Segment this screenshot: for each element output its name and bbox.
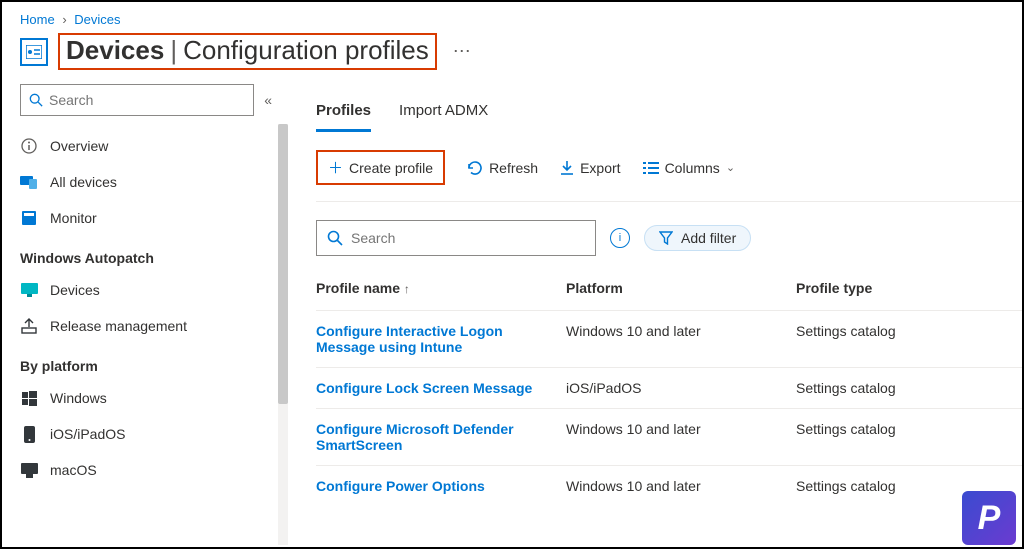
sidebar-item-label: Monitor (50, 210, 97, 226)
collapse-sidebar-icon[interactable]: « (264, 92, 272, 108)
tabs: Profiles Import ADMX (316, 102, 1022, 132)
sidebar-item-all-devices[interactable]: All devices (20, 164, 272, 200)
table-row[interactable]: Configure Microsoft Defender SmartScreen… (316, 409, 1022, 466)
profiles-table: Profile name ↑ Platform Profile type Con… (316, 272, 1022, 506)
sidebar-section-autopatch: Windows Autopatch (20, 250, 272, 266)
upload-icon (20, 318, 38, 334)
blade-icon (20, 38, 48, 66)
sidebar-item-windows[interactable]: Windows (20, 380, 272, 416)
monitor-icon (20, 210, 38, 226)
breadcrumb: Home › Devices (2, 2, 1022, 33)
sidebar-section-platform: By platform (20, 358, 272, 374)
button-label: Columns (665, 160, 720, 176)
refresh-icon (467, 160, 483, 176)
tab-import-admx[interactable]: Import ADMX (399, 102, 488, 132)
search-icon (29, 93, 43, 107)
sidebar-item-overview[interactable]: Overview (20, 128, 272, 164)
cell-type: Settings catalog (796, 368, 1022, 409)
breadcrumb-devices[interactable]: Devices (74, 12, 120, 27)
filter-icon (659, 231, 673, 245)
add-filter-button[interactable]: Add filter (644, 225, 751, 251)
screen-icon (20, 283, 38, 297)
sidebar-item-label: iOS/iPadOS (50, 426, 125, 442)
col-platform[interactable]: Platform (566, 272, 796, 311)
profile-link[interactable]: Configure Power Options (316, 466, 566, 507)
sidebar-item-label: Overview (50, 138, 108, 154)
breadcrumb-home[interactable]: Home (20, 12, 55, 27)
refresh-button[interactable]: Refresh (467, 160, 538, 176)
desktop-icon (20, 463, 38, 478)
cell-platform: Windows 10 and later (566, 311, 796, 368)
create-profile-button[interactable]: ＋ Create profile (316, 150, 445, 185)
sidebar-item-label: macOS (50, 462, 97, 478)
sidebar-item-label: Release management (50, 318, 187, 334)
profile-link[interactable]: Configure Interactive Logon Message usin… (316, 311, 566, 368)
sidebar-item-label: All devices (50, 174, 117, 190)
export-button[interactable]: Export (560, 160, 620, 176)
cell-type: Settings catalog (796, 409, 1022, 466)
plus-icon: ＋ (328, 157, 343, 178)
sidebar-search[interactable] (20, 84, 254, 116)
pill-label: Add filter (681, 230, 736, 246)
profile-link[interactable]: Configure Lock Screen Message (316, 368, 566, 409)
col-profile-name[interactable]: Profile name ↑ (316, 272, 566, 311)
sidebar-item-label: Windows (50, 390, 107, 406)
button-label: Export (580, 160, 620, 176)
chevron-down-icon: ⌄ (726, 161, 735, 174)
cell-platform: iOS/iPadOS (566, 368, 796, 409)
title-secondary: Configuration profiles (183, 35, 429, 66)
table-search[interactable] (316, 220, 596, 256)
sort-asc-icon: ↑ (404, 282, 410, 296)
info-icon[interactable]: i (610, 228, 630, 248)
table-search-input[interactable] (351, 230, 585, 246)
sidebar-item-ios[interactable]: iOS/iPadOS (20, 416, 272, 452)
sidebar: « Overview All devices Monitor Windows A… (2, 84, 290, 545)
cell-platform: Windows 10 and later (566, 409, 796, 466)
toolbar: ＋ Create profile Refresh Export Columns (316, 150, 1022, 202)
col-profile-type[interactable]: Profile type (796, 272, 1022, 311)
main-content: Profiles Import ADMX ＋ Create profile Re… (290, 84, 1022, 545)
sidebar-item-label: Devices (50, 282, 100, 298)
info-icon (20, 138, 38, 154)
columns-icon (643, 161, 659, 175)
tab-profiles[interactable]: Profiles (316, 102, 371, 132)
button-label: Create profile (349, 160, 433, 176)
page-title: Devices | Configuration profiles (58, 33, 437, 70)
sidebar-scrollbar[interactable] (278, 124, 288, 404)
sidebar-item-monitor[interactable]: Monitor (20, 200, 272, 236)
table-row[interactable]: Configure Interactive Logon Message usin… (316, 311, 1022, 368)
table-row[interactable]: Configure Power Options Windows 10 and l… (316, 466, 1022, 507)
more-icon[interactable]: ⋯ (447, 41, 471, 62)
download-icon (560, 160, 574, 176)
devices-icon (20, 175, 38, 189)
search-icon (327, 230, 343, 246)
cell-platform: Windows 10 and later (566, 466, 796, 507)
sidebar-item-release-management[interactable]: Release management (20, 308, 272, 344)
title-primary: Devices (66, 35, 164, 66)
columns-button[interactable]: Columns ⌄ (643, 160, 735, 176)
chevron-right-icon: › (62, 12, 66, 27)
sidebar-item-autopatch-devices[interactable]: Devices (20, 272, 272, 308)
sidebar-search-input[interactable] (49, 92, 245, 108)
watermark-logo: P (962, 491, 1016, 545)
table-row[interactable]: Configure Lock Screen Message iOS/iPadOS… (316, 368, 1022, 409)
cell-type: Settings catalog (796, 311, 1022, 368)
phone-icon (20, 426, 38, 443)
windows-icon (20, 391, 38, 406)
button-label: Refresh (489, 160, 538, 176)
profile-link[interactable]: Configure Microsoft Defender SmartScreen (316, 409, 566, 466)
sidebar-item-macos[interactable]: macOS (20, 452, 272, 488)
